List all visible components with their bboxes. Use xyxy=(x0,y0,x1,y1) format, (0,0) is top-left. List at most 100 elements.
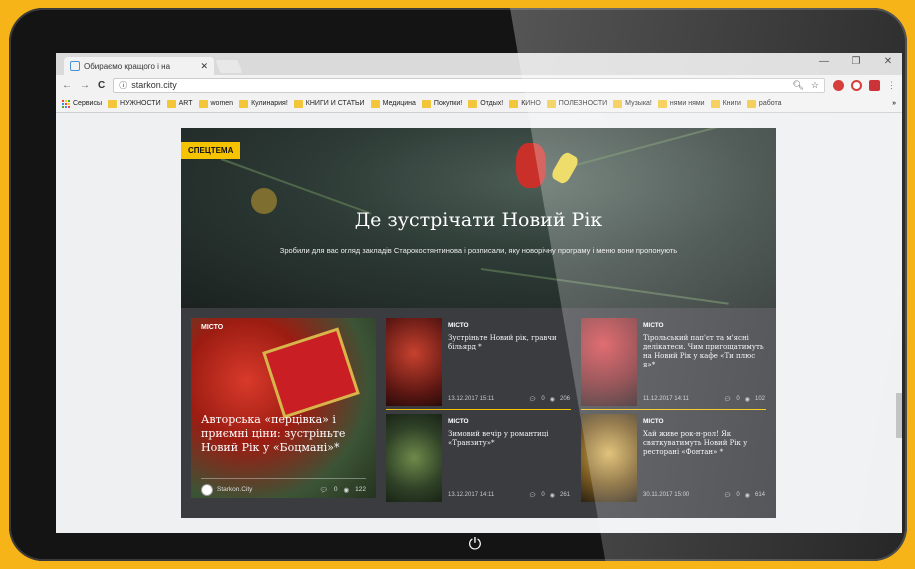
news-block: МІСТО Авторська «перцівка» і приємні цін… xyxy=(181,308,776,518)
yellow-divider xyxy=(386,409,571,410)
back-icon[interactable]: ← xyxy=(62,80,72,91)
hero-banner[interactable]: СПЕЦТЕМА Де зустрічати Новий Рік Зробили… xyxy=(181,128,776,308)
card-thumbnail xyxy=(386,318,442,406)
new-tab-button[interactable] xyxy=(215,60,243,73)
power-icon[interactable]: ⏻ xyxy=(466,536,484,554)
ornament-decoration xyxy=(549,150,581,186)
bookmark-folder[interactable]: работа xyxy=(746,99,781,108)
card-meta: 13.12.2017 14:11 💬︎ 0 ◉ 261 xyxy=(448,492,570,499)
views-icon: ◉ xyxy=(549,397,555,403)
bookmark-folder[interactable]: Музыка! xyxy=(613,99,652,108)
maximize-button[interactable]: ❐ xyxy=(848,56,864,67)
opera-extension-icon[interactable] xyxy=(851,79,862,91)
vertical-scrollbar[interactable] xyxy=(896,113,902,533)
gift-image xyxy=(262,327,360,419)
bookmark-apps[interactable]: Сервисы xyxy=(62,99,102,108)
card-meta: 11.12.2017 14:11 💬︎ 0 ◉ 102 xyxy=(643,396,765,403)
bookmark-folder[interactable]: Кулинария! xyxy=(239,99,288,108)
bookmarks-bar: Сервисы НУЖНОСТИ ART women Кулинария! КН… xyxy=(56,95,902,113)
views-icon: ◉ xyxy=(744,397,750,403)
minimize-button[interactable]: — xyxy=(816,56,832,67)
card-title[interactable]: Зимовий вечір у романтиці «Транзиту»* xyxy=(448,430,570,448)
card-category[interactable]: МІСТО xyxy=(448,322,469,329)
views-icon: ◉ xyxy=(343,486,350,494)
news-card[interactable]: МІСТО Тірольський пап'єт та м'ясні делік… xyxy=(581,318,766,406)
address-bar[interactable]: ⓘ starkon.city 🔍︎ ☆ xyxy=(113,77,825,93)
apps-icon xyxy=(62,99,70,108)
url-text: starkon.city xyxy=(131,80,177,90)
folder-icon xyxy=(421,99,431,108)
folder-icon xyxy=(546,99,556,108)
forward-icon[interactable]: → xyxy=(80,80,90,91)
card-thumbnail xyxy=(581,414,637,502)
folder-icon xyxy=(239,99,249,108)
folder-icon xyxy=(468,99,478,108)
window-controls: — ❐ ✕ xyxy=(816,56,896,67)
author-avatar xyxy=(201,483,213,496)
zoom-icon[interactable]: 🔍︎ xyxy=(792,80,803,91)
info-icon[interactable]: ⓘ xyxy=(119,80,127,91)
comment-icon: 💬︎ xyxy=(723,493,732,499)
hero-subtitle: Зробили для вас огляд закладів Старокост… xyxy=(279,246,678,255)
bookmark-folder[interactable]: КИНО xyxy=(509,99,541,108)
views-icon: ◉ xyxy=(549,493,555,499)
screen: Обираємо кращого і на ✕ — ❐ ✕ ← → C ⓘ st… xyxy=(56,53,902,533)
menu-icon[interactable]: ⋮ xyxy=(887,80,896,91)
card-date: 13.12.2017 14:11 xyxy=(448,492,495,498)
comment-icon: 💬︎ xyxy=(528,397,537,403)
bookmark-folder[interactable]: ПОЛЕЗНОСТИ xyxy=(546,99,607,108)
bookmark-folder[interactable]: НУЖНОСТИ xyxy=(108,99,161,108)
comment-icon: 💬︎ xyxy=(319,486,328,494)
card-meta: 13.12.2017 15:11 💬︎ 0 ◉ 206 xyxy=(448,396,570,403)
adblock-extension-icon[interactable] xyxy=(833,79,844,91)
folder-icon xyxy=(746,99,756,108)
tab-bar: Обираємо кращого і на ✕ — ❐ ✕ xyxy=(56,53,902,75)
pdf-extension-icon[interactable] xyxy=(869,79,880,91)
hero-title[interactable]: Де зустрічати Новий Рік xyxy=(181,209,776,231)
bookmarks-overflow-button[interactable]: » xyxy=(892,100,896,107)
bookmark-folder[interactable]: КНИГИ И СТАТЬИ xyxy=(293,99,365,108)
folder-icon xyxy=(108,99,118,108)
folder-icon xyxy=(370,99,380,108)
card-title[interactable]: Хай живе рок-н-рол! Як святкуватимуть Но… xyxy=(643,430,765,457)
browser-toolbar: ← → C ⓘ starkon.city 🔍︎ ☆ ⋮ xyxy=(56,75,902,95)
tab-title: Обираємо кращого і на xyxy=(84,61,171,71)
reload-icon[interactable]: C xyxy=(98,80,105,91)
comment-icon: 💬︎ xyxy=(723,397,732,403)
news-card[interactable]: МІСТО Зимовий вечір у романтиці «Транзит… xyxy=(386,414,571,502)
card-title[interactable]: Зустріньте Новий рік, гравчи більярд * xyxy=(448,334,570,352)
bookmark-folder[interactable]: ART xyxy=(166,99,193,108)
folder-icon xyxy=(710,99,720,108)
card-category[interactable]: МІСТО xyxy=(643,322,664,329)
view-count: 122 xyxy=(355,485,366,493)
bookmark-folder[interactable]: Покупки! xyxy=(421,99,462,108)
web-page: СПЕЦТЕМА Де зустрічати Новий Рік Зробили… xyxy=(56,113,896,533)
bookmark-folder[interactable]: women xyxy=(198,99,233,108)
card-title[interactable]: Тірольський пап'єт та м'ясні делікатеси.… xyxy=(643,334,765,370)
feature-article[interactable]: МІСТО Авторська «перцівка» і приємні цін… xyxy=(191,318,376,498)
feature-title[interactable]: Авторська «перцівка» і приємні ціни: зус… xyxy=(201,413,366,455)
bookmark-folder[interactable]: Медицина xyxy=(370,99,416,108)
folder-icon xyxy=(509,99,519,108)
feature-category[interactable]: МІСТО xyxy=(201,324,223,331)
scrollbar-thumb[interactable] xyxy=(896,393,902,438)
bookmark-folder[interactable]: нями нями xyxy=(657,99,705,108)
close-window-button[interactable]: ✕ xyxy=(880,56,896,67)
comment-count: 0 xyxy=(333,485,338,493)
laptop-frame: Обираємо кращого і на ✕ — ❐ ✕ ← → C ⓘ st… xyxy=(9,8,907,561)
bookmark-folder[interactable]: Отдых! xyxy=(468,99,503,108)
news-card[interactable]: МІСТО Зустріньте Новий рік, гравчи білья… xyxy=(386,318,571,406)
folder-icon xyxy=(657,99,667,108)
branch-decoration xyxy=(560,128,755,170)
tab-close-icon[interactable]: ✕ xyxy=(200,61,208,72)
card-category[interactable]: МІСТО xyxy=(448,418,469,425)
news-card[interactable]: МІСТО Хай живе рок-н-рол! Як святкуватим… xyxy=(581,414,766,502)
card-category[interactable]: МІСТО xyxy=(643,418,664,425)
bookmark-star-icon[interactable]: ☆ xyxy=(811,80,819,91)
author-name: Starkon.City xyxy=(217,486,253,493)
page-favicon-icon xyxy=(70,61,80,71)
card-meta: 30.11.2017 15:00 💬︎ 0 ◉ 614 xyxy=(643,492,765,499)
bookmark-folder[interactable]: Книги xyxy=(710,99,741,108)
browser-tab[interactable]: Обираємо кращого і на ✕ xyxy=(64,57,214,75)
special-topic-badge[interactable]: СПЕЦТЕМА xyxy=(181,142,241,159)
